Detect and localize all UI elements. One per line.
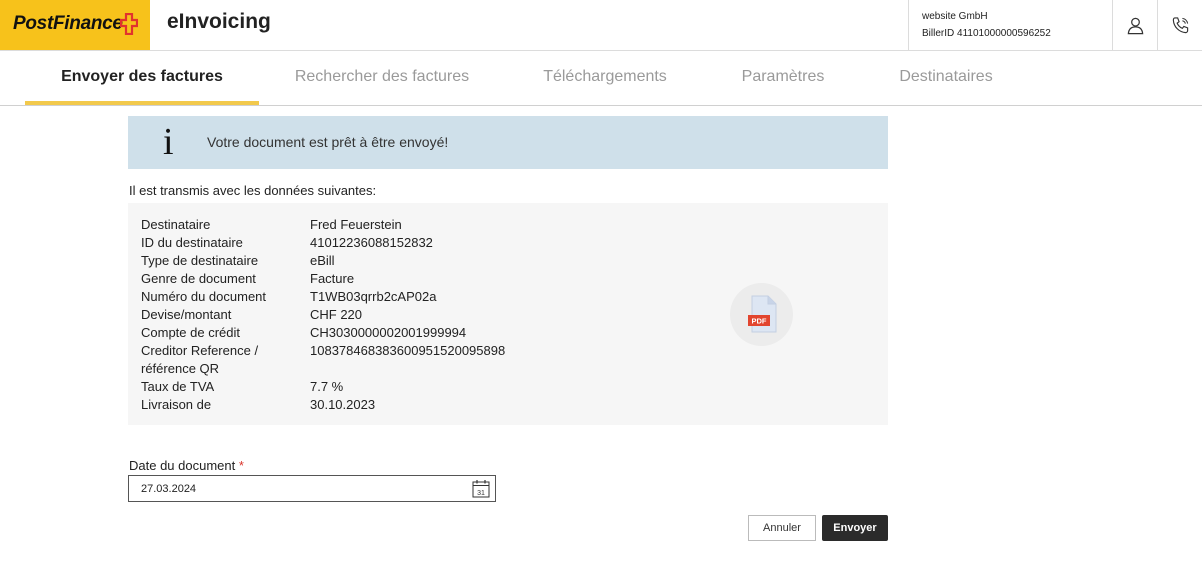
document-date-input[interactable]: 27.03.2024 31 [128, 475, 496, 502]
detail-value: 108378468383600951520095898 [310, 343, 506, 358]
info-message: Votre document est prêt à être envoyé! [207, 134, 449, 150]
tab-downloads[interactable]: Téléchargements [525, 51, 685, 105]
tab-search-invoices[interactable]: Rechercher des factures [282, 51, 482, 105]
detail-label: Destinataire [141, 217, 211, 232]
calendar-icon[interactable]: 31 [472, 479, 490, 498]
info-banner: i Votre document est prêt à être envoyé! [128, 116, 888, 169]
detail-label: Creditor Reference / [141, 343, 259, 358]
detail-label: Taux de TVA [141, 379, 215, 394]
app-header: PostFinance eInvoicing website GmbH Bill… [0, 0, 1202, 51]
detail-label: Compte de crédit [141, 325, 240, 340]
pdf-icon: PDF [748, 295, 777, 333]
detail-value: Fred Feuerstein [310, 217, 402, 232]
app-title: eInvoicing [167, 10, 271, 33]
detail-label: Type de destinataire [141, 253, 259, 268]
detail-value: 41012236088152832 [310, 235, 433, 250]
user-icon [1127, 17, 1143, 34]
detail-value: 7.7 % [310, 379, 344, 394]
detail-label: ID du destinataire [141, 235, 243, 250]
tab-recipients[interactable]: Destinataires [882, 51, 1010, 105]
detail-label: référence QR [141, 361, 220, 376]
detail-value: Facture [310, 271, 355, 286]
tab-settings[interactable]: Paramètres [725, 51, 841, 105]
cancel-button[interactable]: Annuler [748, 515, 816, 541]
required-mark: * [238, 458, 244, 473]
document-date-label-text: Date du document [129, 458, 236, 473]
phone-icon [1172, 16, 1188, 33]
intro-text: Il est transmis avec les données suivant… [129, 183, 377, 198]
detail-label: Genre de document [141, 271, 256, 286]
pdf-badge-text: PDF [752, 317, 767, 326]
company-name: website GmbH [922, 11, 988, 22]
document-date-label: Date du document * [129, 458, 244, 473]
biller-id: BillerID 41101000000596252 [922, 28, 1051, 39]
tab-send-invoices[interactable]: Envoyer des factures [25, 51, 259, 105]
account-info: website GmbH BillerID 41101000000596252 [908, 0, 1112, 50]
detail-value: CHF 220 [310, 307, 363, 322]
detail-label: Numéro du document [141, 289, 267, 304]
send-button[interactable]: Envoyer [822, 515, 888, 541]
user-button[interactable] [1112, 0, 1157, 50]
info-icon: i [163, 121, 174, 163]
logo-text: PostFinance [13, 13, 123, 34]
document-date-value: 27.03.2024 [141, 483, 197, 495]
postfinance-logo[interactable]: PostFinance [0, 0, 150, 50]
detail-label: Devise/montant [141, 307, 232, 322]
swiss-cross-icon [120, 13, 138, 35]
detail-value: 30.10.2023 [310, 397, 376, 412]
detail-value: T1WB03qrrb2cAP02a [310, 289, 437, 304]
detail-label: Livraison de [141, 397, 212, 412]
contact-button[interactable] [1157, 0, 1202, 50]
main-navigation: Envoyer des factures Rechercher des fact… [0, 51, 1202, 106]
document-details: Destinataire Fred Feuerstein ID du desti… [128, 203, 888, 425]
detail-value: eBill [310, 253, 335, 268]
detail-value: CH3030000002001999994 [310, 325, 467, 340]
pdf-preview[interactable]: PDF [730, 283, 793, 346]
calendar-day: 31 [477, 490, 485, 497]
